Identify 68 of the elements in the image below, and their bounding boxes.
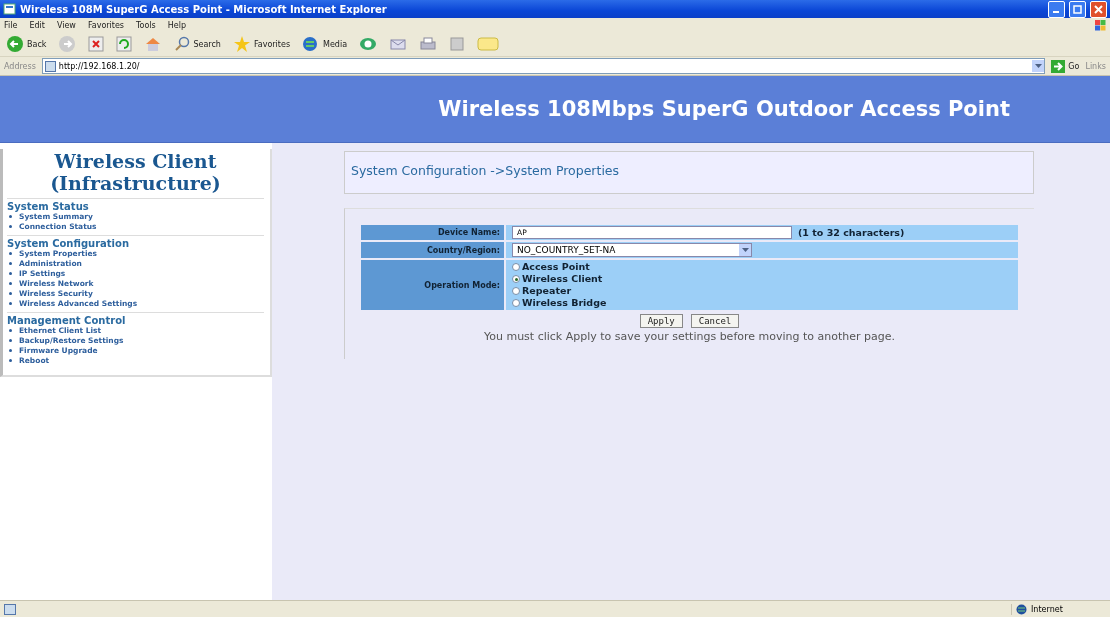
stop-icon: [88, 36, 105, 52]
back-button[interactable]: Back: [4, 34, 49, 54]
maximize-icon[interactable]: [1069, 0, 1086, 18]
menu-item[interactable]: Edit: [29, 20, 45, 30]
bullet-icon: [9, 215, 12, 219]
address-field[interactable]: http://192.168.1.20/: [41, 58, 1046, 74]
menu-item[interactable]: File: [4, 20, 18, 30]
forward-icon: [58, 35, 77, 53]
security-zone-label: Internet: [1031, 604, 1063, 614]
country-dropdown[interactable]: NO_COUNTRY_SET-NA: [512, 243, 752, 257]
field-label: Operation Mode:: [361, 260, 504, 310]
radio-button[interactable]: [512, 287, 520, 295]
page-icon: [44, 60, 56, 72]
operation-mode-radio[interactable]: Repeater: [512, 285, 1012, 297]
apply-note: You must click Apply to save your settings before moving to another page.: [482, 330, 897, 343]
radio-button[interactable]: [512, 263, 520, 271]
bullet-icon: [9, 302, 12, 306]
breadcrumb: System Configuration ->System Properties: [344, 151, 1034, 194]
nav-section-heading: System Configuration: [7, 237, 131, 249]
window-title: Wireless 108M SuperG Access Point - Microsoft Internet Explorer: [20, 3, 388, 15]
operation-mode-radio[interactable]: Wireless Bridge: [512, 297, 1012, 309]
field-label: Device Name:: [361, 225, 504, 240]
cancel-button[interactable]: Cancel: [690, 314, 740, 328]
windows-flag-icon: [1094, 19, 1106, 31]
nav-section-heading: System Status: [7, 200, 90, 212]
ie-page-icon: [3, 3, 16, 15]
bullet-icon: [9, 225, 12, 229]
media-button[interactable]: Media: [300, 35, 350, 53]
bullet-icon: [9, 359, 12, 363]
printer-icon: [419, 36, 438, 52]
bullet-icon: [9, 282, 12, 286]
page-status-icon: [4, 603, 16, 615]
stop-button[interactable]: [86, 35, 107, 53]
close-icon[interactable]: [1090, 0, 1107, 18]
arrow-right-icon: [1051, 59, 1066, 73]
bullet-icon: [9, 349, 12, 353]
menu-item[interactable]: Tools: [136, 20, 156, 30]
favorites-button[interactable]: Favorites: [230, 34, 293, 54]
address-label: Address: [4, 61, 36, 71]
menu-item[interactable]: Favorites: [87, 20, 124, 30]
search-icon: [174, 36, 191, 52]
bullet-icon: [9, 262, 12, 266]
refresh-icon: [116, 36, 133, 52]
minimize-icon[interactable]: [1048, 0, 1065, 18]
bullet-icon: [9, 252, 12, 256]
field-label: Country/Region:: [361, 242, 504, 258]
operation-mode-radio[interactable]: Access Point: [512, 261, 1012, 273]
bullet-icon: [9, 339, 12, 343]
nav-section-heading: Management Control: [7, 314, 127, 326]
menu-item[interactable]: Help: [167, 20, 186, 30]
search-button[interactable]: Search: [172, 35, 223, 53]
globe-icon: [1016, 603, 1027, 615]
envelope-icon: [389, 36, 408, 52]
back-icon: [6, 35, 24, 53]
field-hint: (1 to 32 characters): [798, 227, 905, 238]
bullet-icon: [9, 272, 12, 276]
go-button[interactable]: Go: [1051, 59, 1080, 73]
page-banner-title: Wireless 108Mbps SuperG Outdoor Access Point: [0, 76, 1110, 143]
menu-item[interactable]: View: [56, 20, 76, 30]
star-icon: [232, 35, 251, 53]
radio-button[interactable]: [512, 275, 520, 283]
bullet-icon: [9, 329, 12, 333]
refresh-button[interactable]: [114, 35, 135, 53]
apply-button[interactable]: Apply: [639, 314, 683, 328]
bullet-icon: [9, 292, 12, 296]
mode-title: Wireless Client (Infrastructure): [49, 151, 222, 195]
radio-button[interactable]: [512, 299, 520, 307]
operation-mode-radio[interactable]: Wireless Client: [512, 273, 1012, 285]
